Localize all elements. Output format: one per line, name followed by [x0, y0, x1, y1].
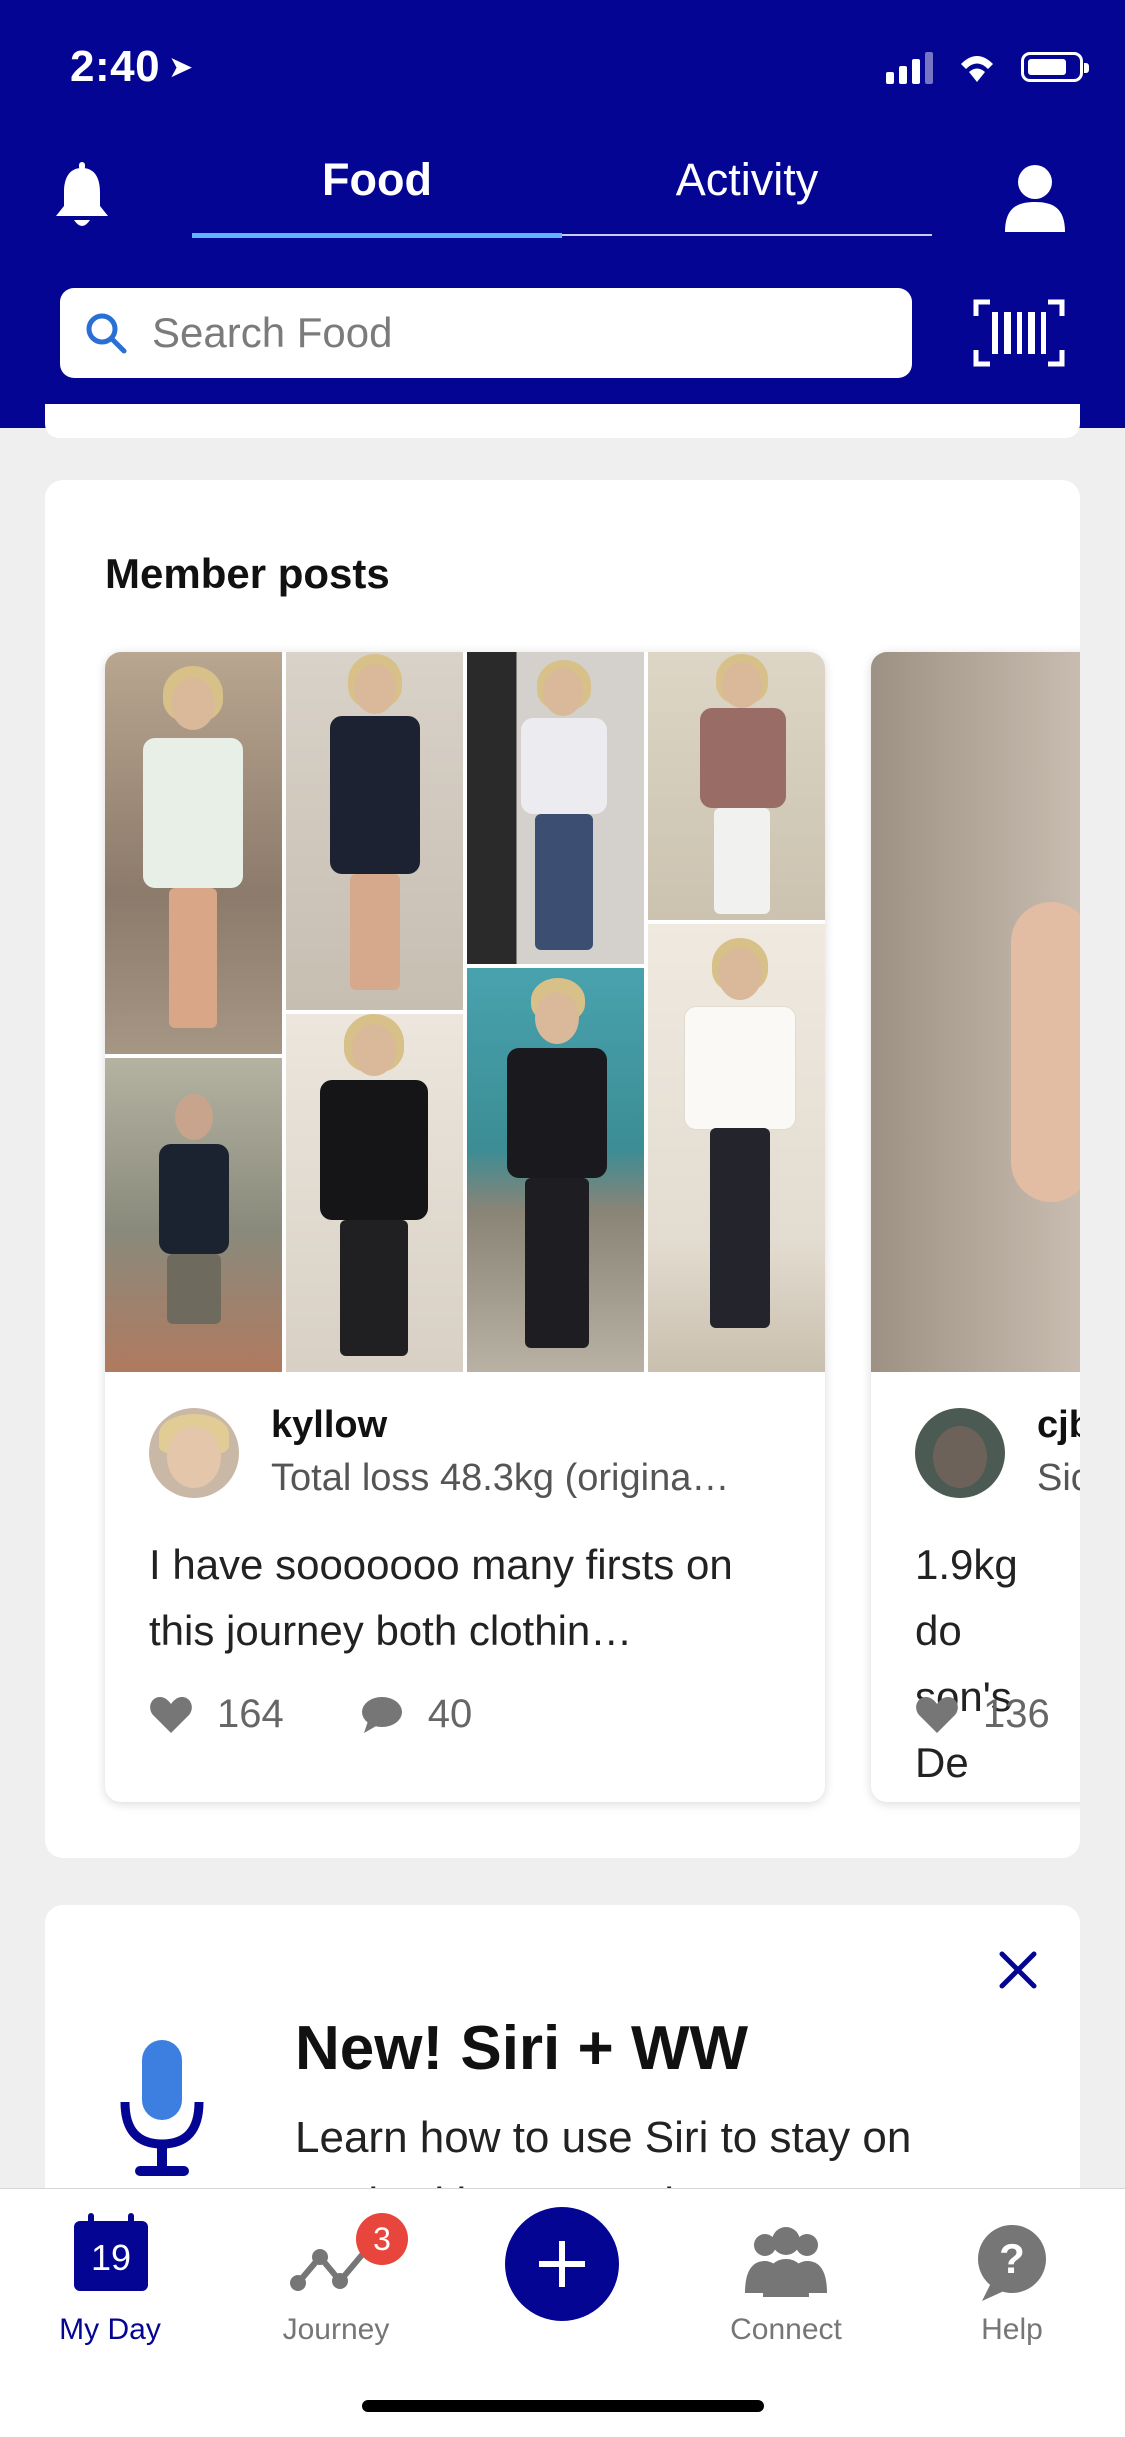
tab-label: Help [981, 2313, 1043, 2346]
bell-icon[interactable] [50, 160, 114, 234]
author-subtitle: Sic [1037, 1457, 1080, 1499]
active-tab-indicator [192, 233, 562, 238]
post-photo [286, 652, 463, 1010]
member-post-card[interactable]: cjb Sic 1.9kg do son's De 136 [871, 652, 1080, 1802]
search-placeholder: Search Food [152, 309, 393, 356]
post-author[interactable]: cjb Sic [915, 1404, 1080, 1500]
post-text: I have sooooooo many firsts on this jour… [149, 1541, 733, 1654]
post-photo [648, 924, 825, 1372]
comment-count[interactable]: 40 [360, 1692, 473, 1737]
close-icon[interactable] [998, 1950, 1038, 1990]
home-indicator [362, 2400, 764, 2412]
avatar[interactable] [915, 1408, 1005, 1498]
comment-count-value: 40 [427, 1692, 473, 1736]
member-post-card[interactable]: kyllow Total loss 48.3kg (origina… I hav… [105, 652, 825, 1802]
author-name: cjb [1037, 1404, 1080, 1446]
tab-activity[interactable]: Activity [562, 154, 932, 206]
post-photo [648, 652, 825, 920]
siri-promo-card: New! Siri + WW Learn how to use Siri to … [45, 1905, 1080, 2225]
post-photo [286, 1014, 463, 1372]
tab-label: Connect [730, 2313, 842, 2346]
heart-icon [150, 1696, 192, 1733]
tab-food[interactable]: Food [192, 154, 562, 206]
author-subtitle: Total loss 48.3kg (origina… [271, 1457, 730, 1499]
status-time: 2:40 ➤ [70, 42, 194, 92]
post-stats: 136 [915, 1692, 1080, 1737]
tab-label: Journey [282, 2313, 390, 2346]
profile-icon[interactable] [1003, 160, 1067, 234]
siri-card-title: New! Siri + WW [295, 2014, 748, 2083]
post-author[interactable]: kyllow Total loss 48.3kg (origina… [149, 1404, 730, 1500]
food-activity-tabs: Food Activity [192, 140, 932, 240]
wifi-icon [961, 56, 993, 82]
comment-icon [361, 1696, 402, 1733]
post-photo [467, 968, 644, 1372]
post-photo-collage[interactable] [105, 652, 825, 1372]
search-food-field[interactable]: Search Food [60, 288, 912, 378]
calendar-icon: 19 [74, 2213, 148, 2291]
post-photo [105, 1058, 282, 1372]
search-icon [86, 313, 127, 354]
plus-icon [539, 2241, 585, 2287]
connect-icon [745, 2227, 827, 2297]
avatar[interactable] [149, 1408, 239, 1498]
post-stats: 164 40 [149, 1692, 548, 1737]
post-photo [467, 652, 644, 964]
status-icons [886, 50, 1089, 84]
member-posts-card: Member posts kyllow Total loss 48.3kg (o… [45, 480, 1080, 1858]
post-photo [105, 652, 282, 1054]
author-name: kyllow [271, 1404, 388, 1446]
member-posts-title: Member posts [105, 550, 390, 597]
cellular-signal-icon [886, 50, 933, 84]
like-count[interactable]: 164 [149, 1692, 284, 1737]
location-arrow-icon: ➤ [168, 51, 194, 84]
heart-icon [916, 1696, 958, 1733]
post-text: 1.9kg do son's De [915, 1541, 1018, 1786]
previous-card-edge [45, 404, 1080, 438]
help-icon: ? [978, 2225, 1046, 2301]
status-time-text: 2:40 [70, 42, 161, 91]
battery-icon [1021, 52, 1089, 82]
notification-badge: 3 [356, 2213, 408, 2265]
post-photo[interactable] [871, 652, 1080, 1372]
svg-text:?: ? [999, 2235, 1025, 2282]
barcode-scanner-icon[interactable] [972, 298, 1066, 368]
tab-label: My Day [59, 2313, 161, 2346]
app-header: 2:40 ➤ Food Activity Search Food [0, 0, 1125, 428]
bottom-tab-bar: 19 My Day 3 Journey Connect ? Help [0, 2188, 1125, 2437]
like-count-value: 136 [983, 1692, 1050, 1736]
add-button[interactable] [505, 2207, 619, 2321]
like-count[interactable]: 136 [915, 1692, 1050, 1737]
microphone-icon [120, 2040, 204, 2176]
like-count-value: 164 [217, 1692, 284, 1736]
